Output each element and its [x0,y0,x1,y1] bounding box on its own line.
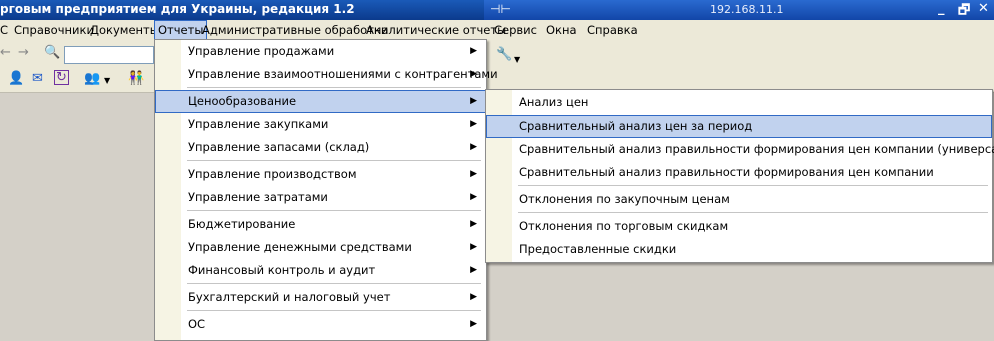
menu-separator [187,160,481,161]
reports-menu: Управление продажами ▶ Управление взаимоо… [154,39,498,341]
menu-1c[interactable]: С [0,23,8,37]
menu-separator [518,185,988,186]
menu-admin-tools[interactable]: Административные обработки [202,23,388,37]
pricing-submenu: Анализ цен Сравнительный анализ цен за п… [485,89,994,263]
menu-reports[interactable]: Отчеты [153,20,208,40]
menu-item-cash[interactable]: Управление денежными средствами ▶ [156,237,485,258]
menu-item-pricing[interactable]: Ценообразование ▶ [155,90,486,113]
window-title: рговым предприятием для Украины, редакци… [0,2,355,16]
menu-item-counterparties[interactable]: Управление взаимоотношениями с контраген… [156,64,498,85]
remote-ip: 192.168.11.1 [710,3,784,16]
close-icon[interactable]: ✕ [978,1,989,16]
menu-analytic-reports[interactable]: Аналитические отчеты [366,23,506,37]
submenu-item-granted-discounts[interactable]: Предоставленные скидки [487,239,991,260]
menu-item-audit[interactable]: Финансовый контроль и аудит ▶ [156,260,485,281]
menu-documents[interactable]: Документы [90,23,159,37]
chevron-down-icon[interactable]: ▼ [104,76,110,85]
submenu-item-purchase-deviations[interactable]: Отклонения по закупочным ценам [487,189,991,210]
toolbar-right: 🔧 ▼ [487,40,994,93]
submenu-item-period-comparison[interactable]: Сравнительный анализ цен за период [486,115,992,138]
back-icon[interactable]: ← [0,45,11,60]
menu-separator [187,283,481,284]
menu-bar: С Справочники Документы Отчеты Администр… [0,20,994,40]
user-icon[interactable]: 👤 [8,71,24,86]
menu-item-production[interactable]: Управление производством ▶ [156,164,485,185]
chevron-right-icon: ▶ [470,319,477,329]
wrench-icon[interactable]: 🔧 [496,47,512,62]
chevron-right-icon: ▶ [470,119,477,129]
chevron-right-icon: ▶ [470,69,477,79]
submenu-item-discount-deviations[interactable]: Отклонения по торговым скидкам [487,216,991,237]
chevron-right-icon: ▶ [470,169,477,179]
chevron-right-icon: ▶ [470,142,477,152]
menu-item-inventory[interactable]: Управление запасами (склад) ▶ [156,137,485,158]
chevron-right-icon: ▶ [470,265,477,275]
menu-item-purchases[interactable]: Управление закупками ▶ [156,114,485,135]
chevron-right-icon: ▶ [470,242,477,252]
chevron-right-icon: ▶ [470,292,477,302]
forward-icon[interactable]: → [18,45,29,60]
users-icon[interactable]: 👥 [84,71,100,86]
chevron-right-icon: ▶ [470,219,477,229]
people-icon[interactable]: 👫 [128,71,144,86]
search-icon[interactable]: 🔍 [44,45,60,60]
menu-help[interactable]: Справка [587,23,638,37]
remote-session-bar: ⊣⊢ 192.168.11.1 _ 🗗 ✕ [484,0,994,20]
menu-item-costs[interactable]: Управление затратами ▶ [156,187,485,208]
menu-windows[interactable]: Окна [546,23,577,37]
menu-separator [518,212,988,213]
refresh-icon[interactable]: ↻ [54,70,69,85]
menu-service[interactable]: Сервис [494,23,537,37]
chevron-down-icon[interactable]: ▼ [514,55,520,64]
pin-icon[interactable]: ⊣⊢ [490,2,511,16]
menu-separator [187,210,481,211]
menu-catalogs[interactable]: Справочники [14,23,94,37]
menu-separator [187,310,481,311]
search-input[interactable] [64,46,154,64]
menu-separator [187,87,481,88]
submenu-item-price-analysis[interactable]: Анализ цен [487,92,991,113]
menu-item-accounting[interactable]: Бухгалтерский и налоговый учет ▶ [156,287,485,308]
chevron-right-icon: ▶ [470,46,477,56]
chevron-right-icon: ▶ [470,192,477,202]
message-icon[interactable]: ✉ [32,71,43,86]
minimize-icon[interactable]: _ [938,1,945,16]
submenu-item-company-check[interactable]: Сравнительный анализ правильности формир… [487,162,991,183]
menu-item-budgeting[interactable]: Бюджетирование ▶ [156,214,485,235]
menu-item-sales[interactable]: Управление продажами ▶ [156,41,485,62]
submenu-item-universal-check[interactable]: Сравнительный анализ правильности формир… [487,139,994,160]
chevron-right-icon: ▶ [470,96,477,106]
menu-item-fixed-assets[interactable]: ОС ▶ [156,314,485,335]
